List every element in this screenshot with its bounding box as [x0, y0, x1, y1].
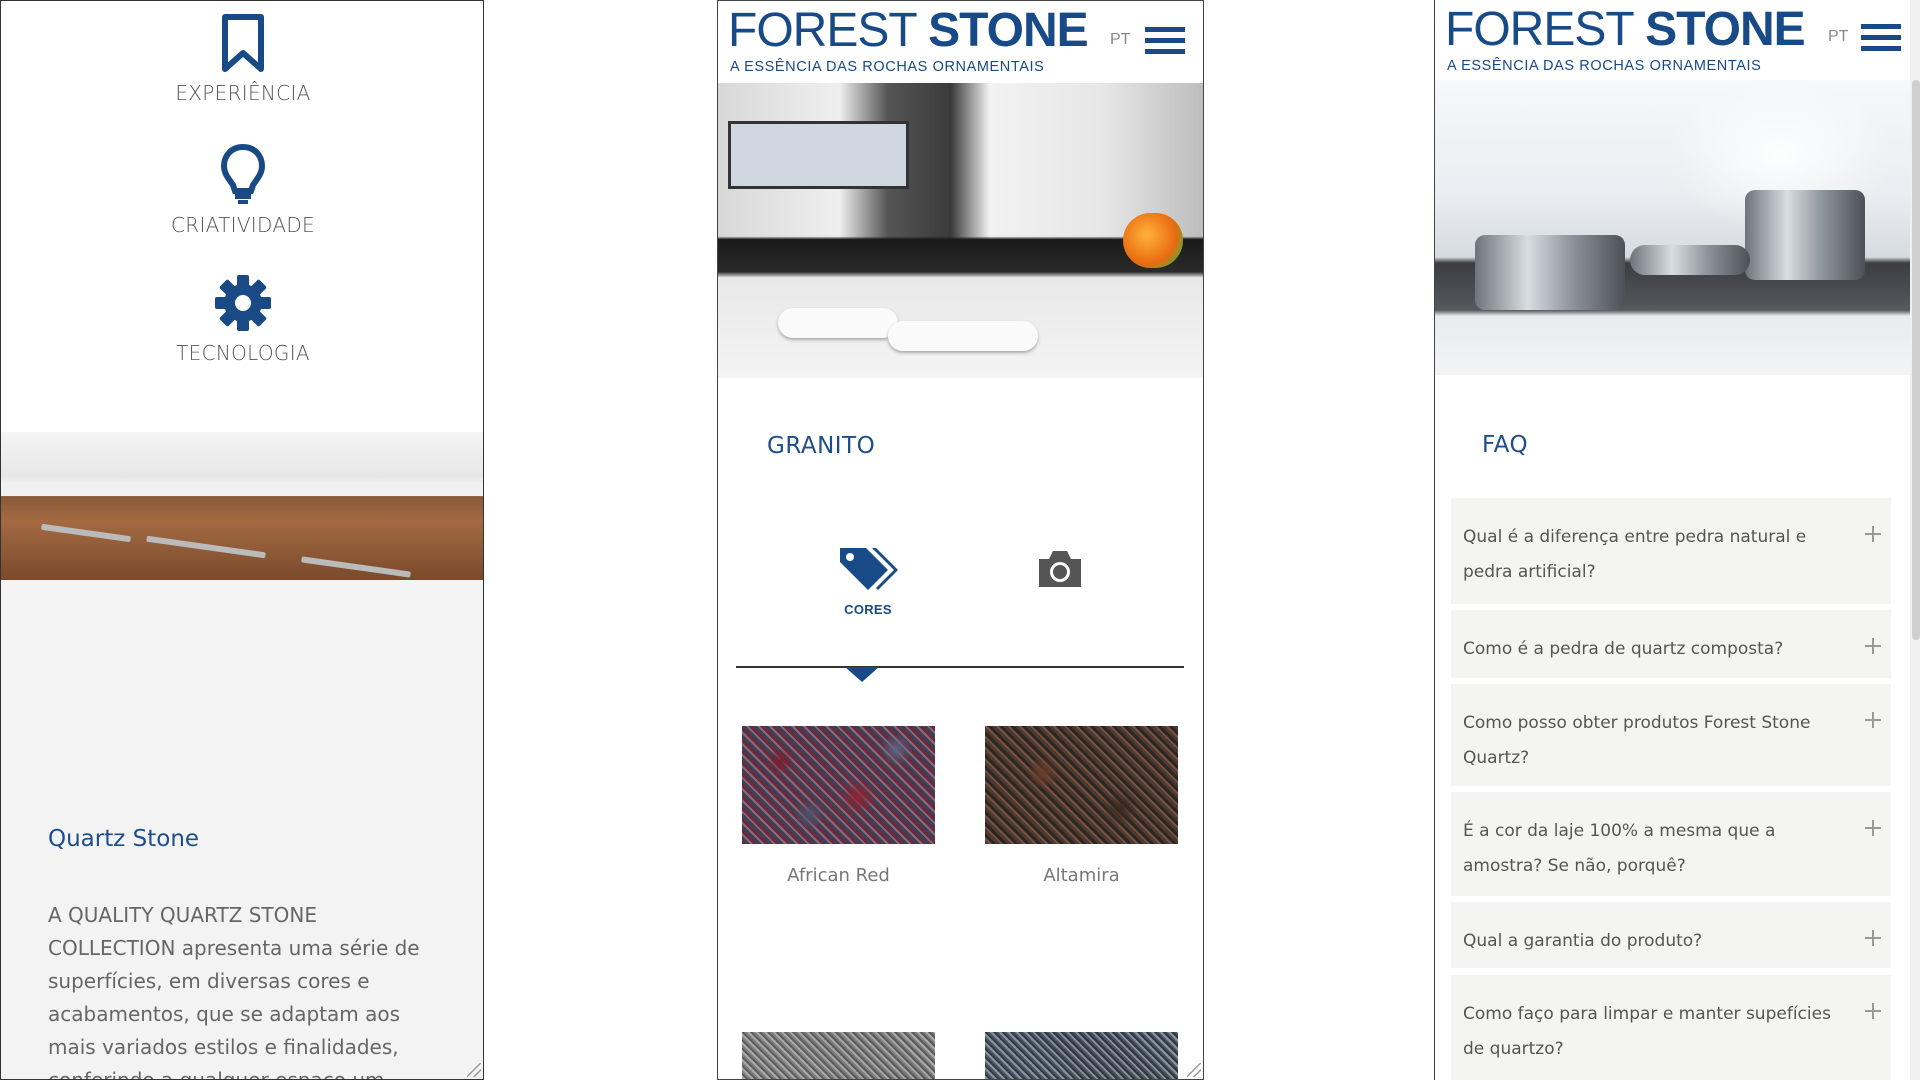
frying-pan	[1630, 245, 1750, 275]
resize-grip[interactable]	[1187, 1063, 1201, 1077]
swatch-granite-blue-gray[interactable]	[985, 1032, 1178, 1079]
counter-edge	[1, 484, 483, 496]
expand-plus-icon[interactable]	[1865, 1003, 1881, 1019]
expand-plus-icon[interactable]	[1865, 526, 1881, 542]
menu-icon[interactable]	[1145, 27, 1185, 57]
brand-logo[interactable]: FOREST STONE	[728, 3, 1089, 59]
faq-item[interactable]: Como é a pedra de quartz composta?	[1451, 610, 1891, 678]
faq-item[interactable]: Qual é a diferença entre pedra natural e…	[1451, 498, 1891, 604]
tab-cores[interactable]: CORES	[828, 544, 908, 617]
expand-plus-icon[interactable]	[1865, 930, 1881, 946]
expand-plus-icon[interactable]	[1865, 820, 1881, 836]
faq-question: Qual é a diferença entre pedra natural e…	[1463, 527, 1807, 582]
hero-image-cooking	[1435, 80, 1911, 375]
faq-item[interactable]: Qual a garantia do produto?	[1451, 902, 1891, 968]
faq-item[interactable]: É a cor da laje 100% a mesma que a amost…	[1451, 792, 1891, 896]
tab-label: CORES	[844, 602, 892, 617]
mobile-view-granito: FOREST STONE A ESSÊNCIA DAS ROCHAS ORNAM…	[717, 0, 1204, 1080]
hero-image-kitchen	[718, 83, 1203, 378]
section-title: GRANITO	[767, 433, 876, 459]
feature-label: EXPERIÊNCIA	[175, 81, 311, 105]
lightbulb-icon	[220, 143, 266, 204]
brand-tagline: A ESSÊNCIA DAS ROCHAS ORNAMENTAIS	[1447, 58, 1762, 74]
kitchen-counter-image	[1, 432, 483, 580]
brand-logo[interactable]: FOREST STONE	[1445, 2, 1806, 58]
section-title: FAQ	[1482, 432, 1529, 458]
site-header: FOREST STONE A ESSÊNCIA DAS ROCHAS ORNAM…	[1435, 0, 1920, 82]
scrollbar-thumb[interactable]	[1912, 80, 1920, 640]
expand-plus-icon[interactable]	[1865, 638, 1881, 654]
feature-tecnologia: TECNOLOGIA	[1, 273, 483, 365]
bookmark-icon	[222, 14, 264, 72]
gear-icon	[215, 275, 271, 331]
expand-plus-icon[interactable]	[1865, 712, 1881, 728]
tabs-divider	[736, 666, 1184, 668]
bar-stool	[888, 321, 1038, 351]
menu-icon[interactable]	[1861, 24, 1901, 54]
brand-name-part2: STONE	[928, 4, 1088, 57]
brand-tagline: A ESSÊNCIA DAS ROCHAS ORNAMENTAIS	[730, 59, 1045, 75]
faq-question: Qual a garantia do produto?	[1463, 931, 1703, 951]
drawer-handle	[41, 523, 131, 543]
resize-grip[interactable]	[467, 1063, 481, 1077]
site-header: FOREST STONE A ESSÊNCIA DAS ROCHAS ORNAM…	[718, 1, 1203, 83]
kitchen-window	[728, 121, 909, 189]
brand-name-part1: FOREST	[728, 4, 917, 57]
tags-icon	[840, 548, 898, 590]
faq-item[interactable]: Como faço para limpar e manter supefície…	[1451, 975, 1891, 1080]
faq-question: Como é a pedra de quartz composta?	[1463, 639, 1784, 659]
drawer-handle	[301, 556, 411, 578]
section-body: A QUALITY QUARTZ STONE COLLECTION aprese…	[48, 903, 420, 1080]
faq-item[interactable]: Como posso obter produtos Forest Stone Q…	[1451, 684, 1891, 786]
bar-stool	[778, 308, 898, 338]
feature-criatividade: CRIATIVIDADE	[1, 143, 483, 237]
feature-label: CRIATIVIDADE	[171, 213, 315, 237]
cooking-pot	[1745, 190, 1865, 280]
swatch-label[interactable]: African Red	[742, 865, 935, 886]
swatch-label[interactable]: Altamira	[985, 865, 1178, 886]
language-selector[interactable]: PT	[1110, 31, 1130, 49]
brand-name-part2: STONE	[1645, 3, 1805, 56]
brand-name-part1: FOREST	[1445, 3, 1634, 56]
feature-experiencia: EXPERIÊNCIA	[1, 13, 483, 105]
active-tab-indicator	[845, 667, 879, 682]
faq-question: É a cor da laje 100% a mesma que a amost…	[1463, 821, 1776, 876]
feature-label: TECNOLOGIA	[176, 341, 310, 365]
language-selector[interactable]: PT	[1828, 28, 1848, 46]
cooking-pot	[1475, 235, 1625, 310]
swatch-african-red[interactable]	[742, 726, 935, 844]
section-title: Quartz Stone	[48, 826, 200, 852]
fruit-bowl	[1123, 213, 1183, 268]
swatch-altamira[interactable]	[985, 726, 1178, 844]
drawer-handle	[146, 535, 266, 559]
mobile-view-faq: FOREST STONE A ESSÊNCIA DAS ROCHAS ORNAM…	[1434, 0, 1920, 1080]
faq-question: Como faço para limpar e manter supefície…	[1463, 1004, 1831, 1059]
faq-question: Como posso obter produtos Forest Stone Q…	[1463, 713, 1811, 768]
mobile-view-home: EXPERIÊNCIA CRIATIVIDADE TECNOLOGIA Quar…	[0, 0, 484, 1080]
tab-gallery[interactable]	[1030, 547, 1090, 595]
camera-icon	[1039, 551, 1081, 587]
swatch-granite-gray[interactable]	[742, 1032, 935, 1079]
